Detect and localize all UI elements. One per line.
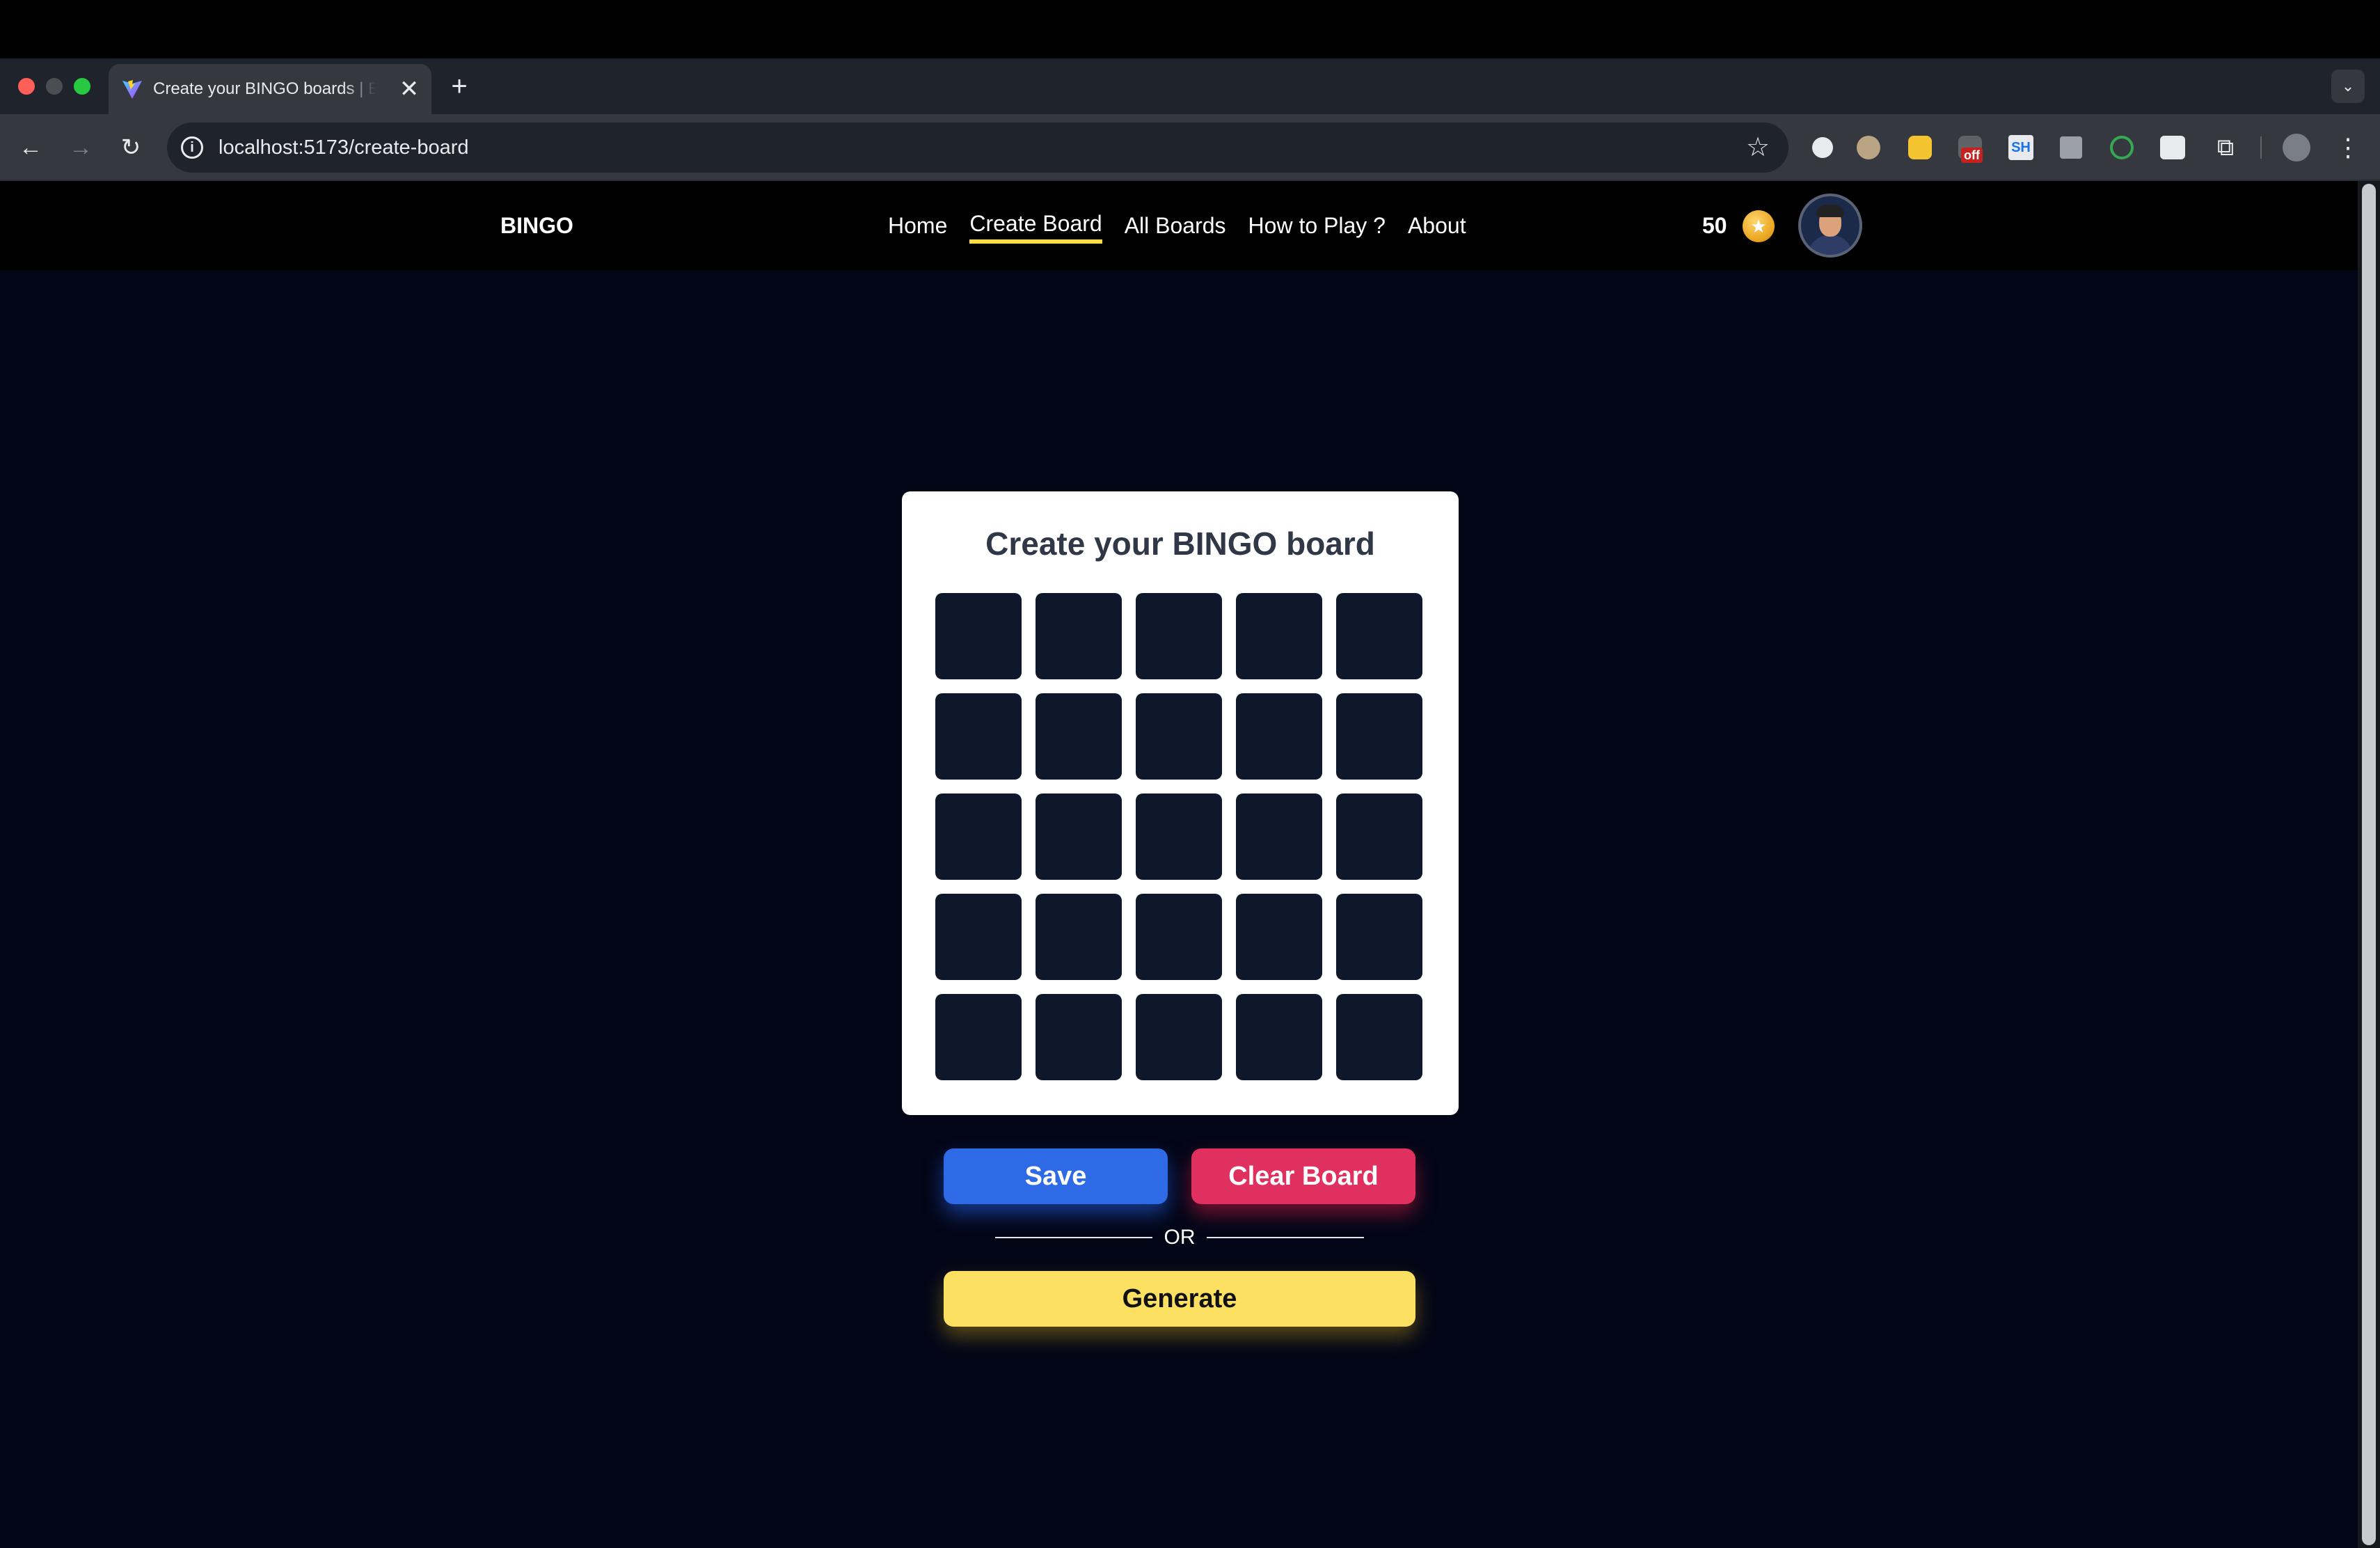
- tab-close-icon[interactable]: ✕: [397, 77, 422, 102]
- extension-sh-icon[interactable]: SH: [2008, 135, 2033, 160]
- nav-home[interactable]: Home: [888, 181, 947, 270]
- bingo-cell[interactable]: [1136, 894, 1222, 980]
- bingo-cell[interactable]: [1136, 593, 1222, 679]
- coin-star-icon: ★: [1743, 210, 1775, 242]
- bingo-cell[interactable]: [1336, 894, 1422, 980]
- extension-7-icon[interactable]: [2110, 136, 2134, 159]
- bingo-cell[interactable]: [1236, 593, 1322, 679]
- tab-title: Create your BINGO boards | BINGO: [153, 79, 376, 98]
- coin-count: 50: [1702, 213, 1727, 238]
- extension-off-badge: off: [1961, 148, 1983, 163]
- bingo-cell[interactable]: [1236, 793, 1322, 880]
- bingo-cell[interactable]: [935, 593, 1022, 679]
- bingo-cell[interactable]: [1336, 593, 1422, 679]
- maximize-window-button[interactable]: [74, 78, 90, 95]
- vite-favicon-icon: [122, 80, 142, 99]
- extension-1-icon[interactable]: [1812, 137, 1833, 158]
- extensions-puzzle-icon[interactable]: ⧉: [2210, 132, 2241, 163]
- generate-button[interactable]: Generate: [944, 1271, 1415, 1327]
- bingo-cell[interactable]: [1036, 793, 1122, 880]
- bingo-cell[interactable]: [1036, 693, 1122, 780]
- avatar-body: [1808, 235, 1853, 255]
- toolbar-divider: [2260, 136, 2262, 159]
- bingo-cell[interactable]: [1036, 593, 1122, 679]
- extension-3-icon[interactable]: [1908, 136, 1932, 159]
- new-tab-button[interactable]: +: [445, 70, 473, 103]
- browser-tab-active[interactable]: Create your BINGO boards | BINGO ✕: [109, 64, 431, 114]
- bingo-cell[interactable]: [1336, 793, 1422, 880]
- bingo-cell[interactable]: [1336, 994, 1422, 1080]
- browser-profile-avatar[interactable]: [2283, 134, 2310, 161]
- bingo-cell[interactable]: [935, 793, 1022, 880]
- site-logo[interactable]: BINGO: [500, 181, 573, 270]
- bingo-cell[interactable]: [1236, 994, 1322, 1080]
- bingo-cell[interactable]: [1136, 994, 1222, 1080]
- user-avatar[interactable]: [1798, 194, 1862, 258]
- nav-how-to-play[interactable]: How to Play ?: [1248, 181, 1386, 270]
- tab-search-dropdown-icon[interactable]: ⌄: [2331, 70, 2365, 103]
- extension-6-icon[interactable]: [2060, 136, 2082, 159]
- bingo-cell[interactable]: [935, 994, 1022, 1080]
- address-bar[interactable]: i localhost:5173/create-board ☆: [167, 123, 1788, 173]
- bookmark-star-icon[interactable]: ☆: [1743, 132, 1773, 163]
- save-button[interactable]: Save: [944, 1148, 1168, 1204]
- or-line-right: [1207, 1237, 1364, 1238]
- close-window-button[interactable]: [18, 78, 35, 95]
- scrollbar-thumb[interactable]: [2362, 184, 2376, 1545]
- nav-create-board[interactable]: Create Board: [969, 181, 1103, 270]
- or-line-left: [995, 1237, 1152, 1238]
- forward-arrow-icon[interactable]: →: [64, 131, 97, 164]
- extension-8-icon[interactable]: [2160, 136, 2185, 159]
- nav-links: Home Create Board All Boards How to Play…: [888, 181, 1489, 270]
- minimize-window-button[interactable]: [46, 78, 63, 95]
- avatar-hair: [1816, 205, 1844, 217]
- site-navbar: BINGO Home Create Board All Boards How t…: [0, 181, 2358, 270]
- os-menu-strip: [0, 0, 2380, 58]
- bingo-cell[interactable]: [1236, 693, 1322, 780]
- bingo-cell[interactable]: [1236, 894, 1322, 980]
- browser-menu-icon[interactable]: ⋮: [2333, 132, 2363, 163]
- bingo-grid: [935, 593, 1422, 1080]
- bingo-cell[interactable]: [1036, 994, 1122, 1080]
- url-text[interactable]: localhost:5173/create-board: [219, 123, 469, 173]
- nav-about[interactable]: About: [1408, 181, 1466, 270]
- back-arrow-icon[interactable]: ←: [14, 131, 47, 164]
- bingo-cell[interactable]: [1136, 793, 1222, 880]
- or-label: OR: [1164, 1226, 1196, 1249]
- bingo-cell[interactable]: [1336, 693, 1422, 780]
- bingo-cell[interactable]: [935, 894, 1022, 980]
- extension-2-icon[interactable]: [1857, 136, 1880, 159]
- bingo-cell[interactable]: [935, 693, 1022, 780]
- bingo-cell[interactable]: [1036, 894, 1122, 980]
- nav-all-boards[interactable]: All Boards: [1125, 181, 1226, 270]
- reload-icon[interactable]: ↻: [114, 131, 148, 164]
- board-title: Create your BINGO board: [985, 526, 1375, 562]
- clear-board-button[interactable]: Clear Board: [1191, 1148, 1415, 1204]
- page-viewport: BINGO Home Create Board All Boards How t…: [0, 181, 2358, 1548]
- bingo-cell[interactable]: [1136, 693, 1222, 780]
- site-info-icon[interactable]: i: [181, 136, 203, 159]
- or-divider: OR: [995, 1224, 1364, 1251]
- board-card: Create your BINGO board: [902, 491, 1459, 1115]
